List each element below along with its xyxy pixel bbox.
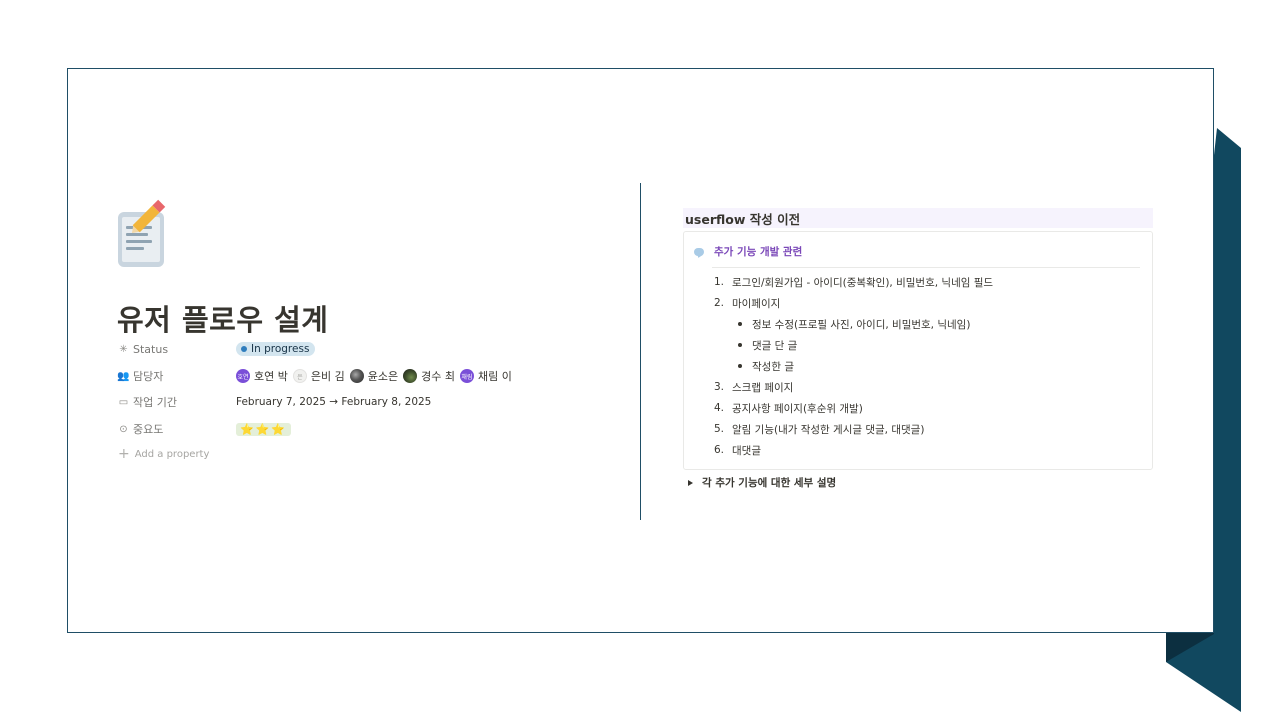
assignee[interactable]: 채림 채림 이 — [459, 368, 512, 384]
list-item[interactable]: 5. 알림 기능(내가 작성한 게시글 댓글, 대댓글) — [714, 421, 924, 437]
avatar: 채림 — [459, 369, 474, 383]
status-dot-icon — [241, 346, 247, 352]
loading-spinner-icon: ✳ — [119, 343, 128, 355]
avatar — [403, 369, 418, 383]
list-item[interactable]: 3. 스크랩 페이지 — [714, 379, 793, 395]
list-item[interactable]: 6. 대댓글 — [714, 442, 761, 458]
avatar: 호연 — [236, 369, 250, 383]
page-title[interactable]: 유저 플로우 설계 — [117, 297, 328, 339]
vertical-divider — [640, 183, 641, 520]
bullet-icon — [738, 322, 742, 326]
list-item[interactable]: 작성한 글 — [737, 358, 794, 374]
importance-stars: ⭐⭐⭐ — [236, 422, 292, 436]
status-badge: In progress — [236, 342, 316, 356]
property-period-label[interactable]: ▭ 작업 기간 — [118, 392, 177, 412]
list-item[interactable]: 정보 수정(프로필 사진, 아이디, 비밀번호, 닉네임) — [737, 316, 970, 332]
plus-icon: + — [118, 446, 130, 462]
callout-block: 추가 기능 개발 관련 1. 로그인/회원가입 - 아이디(중복확인), 비밀번… — [683, 231, 1153, 470]
memo-pencil-icon[interactable] — [118, 199, 166, 267]
toggle-arrow-icon[interactable] — [688, 479, 693, 486]
avatar: 은 — [292, 369, 307, 383]
bullet-icon — [738, 343, 742, 347]
property-importance-label[interactable]: ⊙ 중요도 — [118, 419, 163, 439]
property-assignees-value[interactable]: 호연 호연 박 은 은비 김 윤소은 경수 최 채림 채림 이 — [236, 366, 517, 386]
people-icon: 👥 — [117, 370, 130, 382]
list-item[interactable]: 2. 마이페이지 — [714, 295, 780, 311]
callout-divider — [712, 267, 1140, 268]
toggle-block[interactable]: 각 추가 기능에 대한 세부 설명 — [688, 475, 836, 490]
assignee[interactable]: 은 은비 김 — [292, 368, 345, 384]
select-circle-icon: ⊙ — [119, 423, 128, 435]
callout-header[interactable]: 추가 기능 개발 관련 — [694, 244, 802, 259]
assignee[interactable]: 호연 호연 박 — [236, 368, 288, 384]
property-period-value[interactable]: February 7, 2025 → February 8, 2025 — [236, 392, 431, 412]
assignee[interactable]: 경수 최 — [403, 368, 455, 384]
list-item[interactable]: 1. 로그인/회원가입 - 아이디(중복확인), 비밀번호, 닉네임 필드 — [714, 274, 993, 290]
property-assignees-label[interactable]: 👥 담당자 — [117, 366, 163, 386]
add-property-button[interactable]: + Add a property — [118, 447, 209, 461]
property-status-label[interactable]: ✳ Status — [118, 339, 168, 359]
property-status-value[interactable]: In progress — [236, 339, 316, 359]
list-item[interactable]: 댓글 단 글 — [737, 337, 797, 353]
assignee[interactable]: 윤소은 — [349, 368, 398, 384]
calendar-icon: ▭ — [118, 396, 129, 408]
slide-frame: 유저 플로우 설계 ✳ Status In progress 👥 담당자 호연 … — [67, 68, 1214, 633]
list-item[interactable]: 4. 공지사항 페이지(후순위 개발) — [714, 400, 863, 416]
property-importance-value[interactable]: ⭐⭐⭐ — [236, 419, 292, 439]
bullet-icon — [738, 364, 742, 368]
speech-bubble-icon — [694, 247, 704, 256]
section-heading[interactable]: userflow 작성 이전 — [683, 208, 1153, 228]
avatar — [349, 369, 364, 383]
